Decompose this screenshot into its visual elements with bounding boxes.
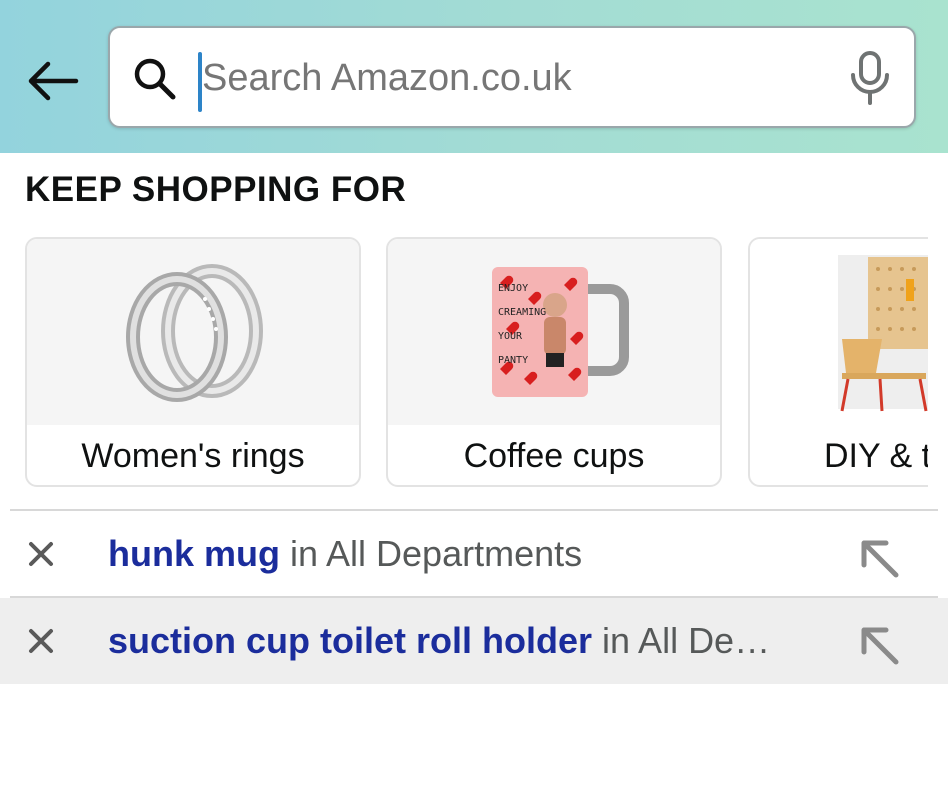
keep-shopping-title: KEEP SHOPPING FOR: [25, 170, 407, 209]
fill-query-arrow-icon[interactable]: [858, 537, 902, 581]
suggestion-term: hunk mug: [108, 533, 280, 574]
mug-print-line-1: ENJOY: [498, 283, 528, 294]
diy-image: [750, 239, 928, 425]
keep-shopping-card-coffee-cups[interactable]: ENJOY CREAMING YOUR PANTY Coffee cups: [386, 237, 722, 487]
keep-shopping-card-womens-rings[interactable]: Women's rings: [25, 237, 361, 487]
mug-print-line-3: YOUR: [498, 331, 523, 342]
card-label: Coffee cups: [463, 437, 645, 475]
search-box[interactable]: [108, 26, 916, 128]
search-input[interactable]: [200, 44, 812, 112]
search-header: [0, 0, 948, 153]
card-label: Women's rings: [81, 437, 305, 475]
suggestion-text: suction cup toilet roll holder in All De…: [108, 598, 770, 684]
suggestion-text: hunk mug in All Departments: [108, 511, 582, 597]
keep-shopping-carousel[interactable]: Women's rings ENJOY CREAMING YOUR PANTY …: [25, 237, 928, 489]
suggestion-scope: in All Departments: [279, 533, 583, 574]
recent-search-row[interactable]: hunk mug in All Departments: [0, 511, 948, 597]
womens-rings-image: [27, 239, 359, 425]
remove-search-icon[interactable]: [26, 626, 56, 656]
fill-query-arrow-icon[interactable]: [858, 624, 902, 668]
mug-print-line-2: CREAMING: [498, 307, 546, 318]
back-button[interactable]: [22, 50, 84, 112]
search-icon: [134, 58, 176, 100]
coffee-cups-image: ENJOY CREAMING YOUR PANTY: [388, 239, 720, 425]
suggestion-term: suction cup toilet roll holder: [108, 620, 593, 661]
card-label: DIY & t: [824, 437, 928, 475]
mug-print-line-4: PANTY: [498, 355, 528, 366]
recent-search-row[interactable]: suction cup toilet roll holder in All De…: [0, 598, 948, 684]
remove-search-icon[interactable]: [26, 539, 56, 569]
keep-shopping-card-diy[interactable]: DIY & t: [748, 237, 928, 487]
suggestion-scope: in All De…: [592, 620, 771, 661]
back-arrow-icon: [28, 61, 79, 101]
microphone-icon[interactable]: [848, 50, 892, 106]
